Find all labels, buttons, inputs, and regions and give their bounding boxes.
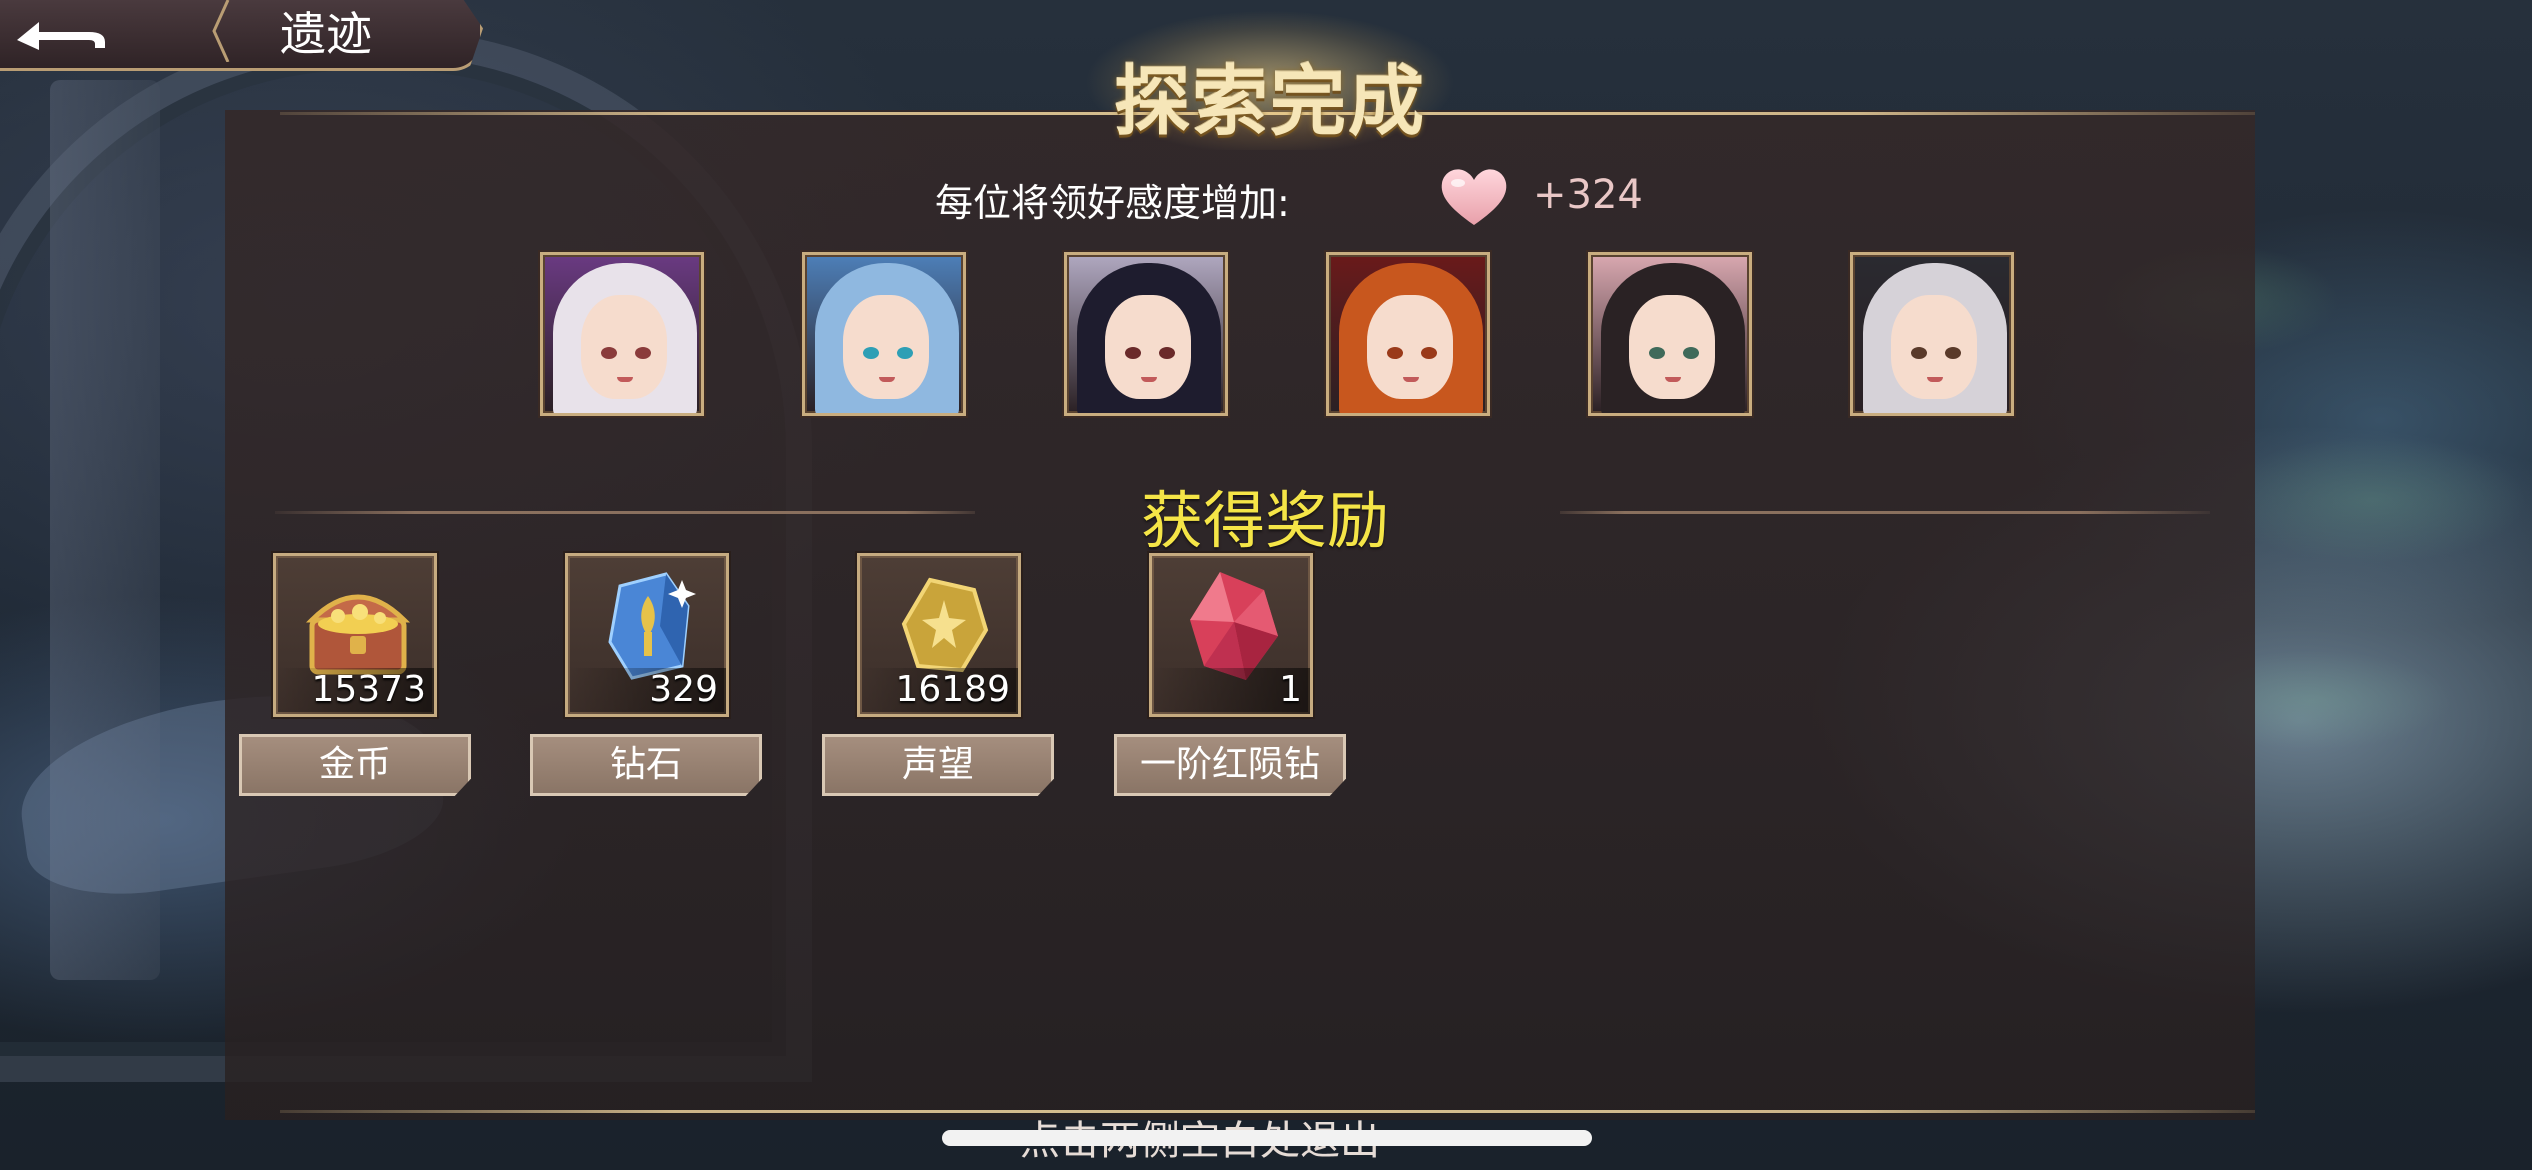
hero-eye <box>635 347 651 359</box>
reward-label-prestige: 声望 <box>822 734 1054 796</box>
hero-mouth <box>1141 377 1157 382</box>
reward-count: 329 <box>649 669 718 710</box>
hero-portrait-6[interactable] <box>1850 252 2014 416</box>
reward-count: 15373 <box>311 669 426 710</box>
hero-eye <box>1945 347 1961 359</box>
back-arrow-icon <box>17 22 105 50</box>
hero-eye <box>1421 347 1437 359</box>
hero-eye <box>1911 347 1927 359</box>
hero-eye <box>897 347 913 359</box>
hero-mouth <box>1403 377 1419 382</box>
header-bar: 遗迹 <box>0 0 483 71</box>
hero-eye <box>863 347 879 359</box>
rewards-divider-left <box>275 511 975 514</box>
hero-mouth <box>879 377 895 382</box>
hero-eye <box>1683 347 1699 359</box>
reward-item-prestige[interactable]: 16189 <box>857 553 1021 717</box>
hero-portrait-3[interactable] <box>1064 252 1228 416</box>
rewards-divider-right <box>1560 511 2210 514</box>
hero-face <box>1629 295 1715 399</box>
affection-value: +324 <box>1533 172 1643 218</box>
hero-mouth <box>617 377 633 382</box>
exploration-complete-title: 探索完成 <box>1114 57 1426 146</box>
home-indicator[interactable] <box>942 1130 1592 1146</box>
back-button[interactable] <box>6 4 116 62</box>
reward-item-diamond[interactable]: 329 <box>565 553 729 717</box>
hero-portrait-4[interactable] <box>1326 252 1490 416</box>
reward-label-gold: 金币 <box>239 734 471 796</box>
hero-face <box>843 295 929 399</box>
hero-face <box>1105 295 1191 399</box>
heart-icon <box>1441 169 1507 225</box>
rewards-heading: 获得奖励 <box>1140 484 1389 557</box>
hero-portrait-2[interactable] <box>802 252 966 416</box>
reward-label-red-gem: 一阶红陨钻 <box>1114 734 1346 796</box>
hero-eye <box>601 347 617 359</box>
hero-face <box>1891 295 1977 399</box>
hero-face <box>1367 295 1453 399</box>
hero-mouth <box>1665 377 1681 382</box>
reward-count: 1 <box>1279 669 1302 710</box>
page-title: 遗迹 <box>280 7 372 61</box>
reward-count: 16189 <box>895 669 1010 710</box>
hero-eye <box>1125 347 1141 359</box>
header-ornament-icon <box>212 0 230 62</box>
hero-portrait-1[interactable] <box>540 252 704 416</box>
reward-label-diamond: 钻石 <box>530 734 762 796</box>
hero-face <box>581 295 667 399</box>
hero-mouth <box>1927 377 1943 382</box>
affection-label: 每位将领好感度增加: <box>935 181 1290 225</box>
reward-item-red-gem[interactable]: 1 <box>1149 553 1313 717</box>
hero-portrait-5[interactable] <box>1588 252 1752 416</box>
hero-eye <box>1387 347 1403 359</box>
reward-item-gold[interactable]: 15373 <box>273 553 437 717</box>
hero-eye <box>1649 347 1665 359</box>
hero-eye <box>1159 347 1175 359</box>
